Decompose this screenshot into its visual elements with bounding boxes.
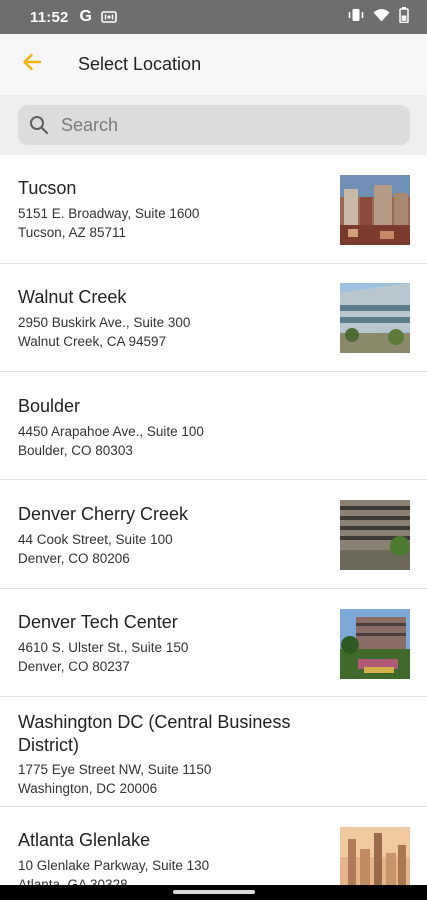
location-name: Washington DC (Central Business District… <box>18 712 291 755</box>
search-input[interactable] <box>61 114 381 136</box>
location-address-line2: Walnut Creek, CA 94597 <box>18 334 167 349</box>
status-time: 11:52 <box>30 8 69 26</box>
location-address-line1: 1775 Eye Street NW, Suite 1150 <box>18 762 212 777</box>
location-list: Tucson 5151 E. Broadway, Suite 1600 Tucs… <box>0 155 427 885</box>
location-address-line1: 44 Cook Street, Suite 100 <box>18 532 173 547</box>
vibrate-icon <box>348 8 364 27</box>
search-bar-area <box>0 95 427 155</box>
location-address-line2: Washington, DC 20006 <box>18 781 158 796</box>
search-box[interactable] <box>18 105 410 145</box>
location-name: Denver Cherry Creek <box>18 504 189 524</box>
google-icon: G <box>79 8 92 25</box>
location-address-line1: 10 Glenlake Parkway, Suite 130 <box>18 858 210 873</box>
location-row-boulder[interactable]: Boulder 4450 Arapahoe Ave., Suite 100 Bo… <box>0 372 427 480</box>
location-address-line1: 2950 Buskirk Ave., Suite 300 <box>18 315 191 330</box>
location-row-walnut-creek[interactable]: Walnut Creek 2950 Buskirk Ave., Suite 30… <box>0 264 427 372</box>
location-address-line1: 4450 Arapahoe Ave., Suite 100 <box>18 424 204 439</box>
location-name: Boulder <box>18 396 81 416</box>
location-row-washington-dc[interactable]: Washington DC (Central Business District… <box>0 697 427 807</box>
location-name: Atlanta Glenlake <box>18 830 151 850</box>
status-bar: 11:52 G <box>0 0 427 34</box>
location-address-line2: Atlanta, GA 30328 <box>18 877 128 885</box>
location-photo <box>340 827 410 885</box>
page-title: Select Location <box>78 54 202 74</box>
location-row-atlanta-glenlake[interactable]: Atlanta Glenlake 10 Glenlake Parkway, Su… <box>0 807 427 885</box>
location-name: Tucson <box>18 178 77 198</box>
location-photo <box>340 609 410 679</box>
location-address-line2: Denver, CO 80206 <box>18 551 130 566</box>
battery-icon <box>399 6 409 28</box>
arrow-left-icon <box>22 53 42 76</box>
location-row-denver-tech-center[interactable]: Denver Tech Center 4610 S. Ulster St., S… <box>0 589 427 697</box>
status-icons <box>348 6 409 28</box>
back-button[interactable] <box>8 41 56 89</box>
location-photo <box>340 283 410 353</box>
location-address-line2: Tucson, AZ 85711 <box>18 225 127 240</box>
location-row-denver-cherry-creek[interactable]: Denver Cherry Creek 44 Cook Street, Suit… <box>0 480 427 589</box>
location-name: Denver Tech Center <box>18 612 178 632</box>
search-icon <box>28 114 50 136</box>
location-name: Walnut Creek <box>18 287 127 307</box>
navigation-bar <box>0 885 427 900</box>
location-address-line2: Denver, CO 80237 <box>18 659 130 674</box>
wifi-icon <box>373 8 390 27</box>
location-address-line1: 5151 E. Broadway, Suite 1600 <box>18 206 200 221</box>
home-gesture-handle[interactable] <box>173 890 255 894</box>
cast-icon <box>101 11 117 23</box>
location-photo <box>340 175 410 245</box>
app-bar: Select Location <box>0 34 427 95</box>
location-address-line2: Boulder, CO 80303 <box>18 443 133 458</box>
location-photo <box>340 500 410 570</box>
location-row-tucson[interactable]: Tucson 5151 E. Broadway, Suite 1600 Tucs… <box>0 155 427 264</box>
location-address-line1: 4610 S. Ulster St., Suite 150 <box>18 640 189 655</box>
